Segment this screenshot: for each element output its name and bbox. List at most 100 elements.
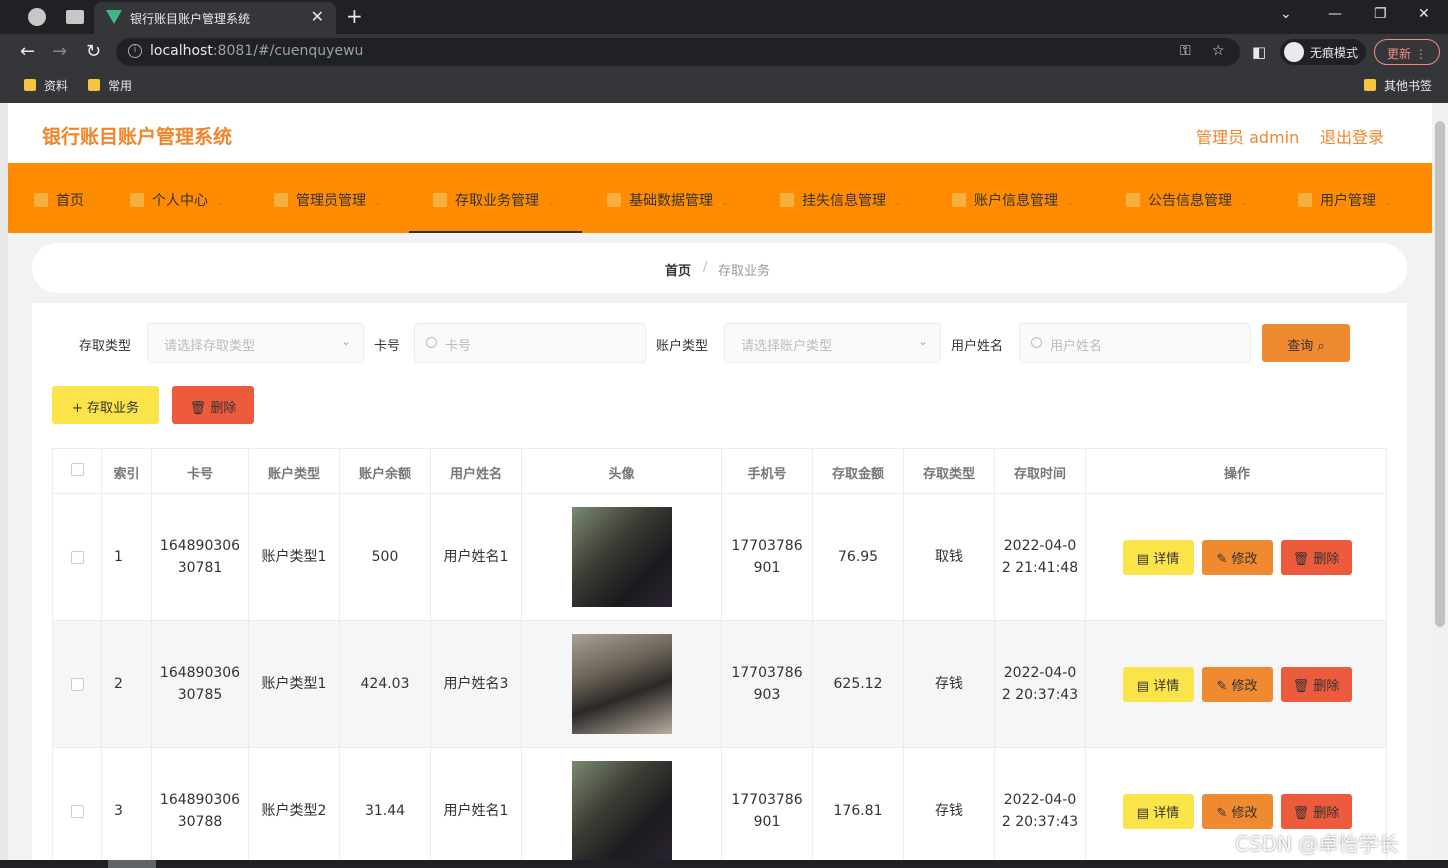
bookmark-folder[interactable]: 常用: [88, 77, 132, 94]
globe-icon[interactable]: [28, 8, 46, 26]
query-button[interactable]: 查询 ⌕: [1262, 324, 1350, 362]
row-select: [53, 748, 102, 860]
name-input[interactable]: 用户姓名: [1019, 323, 1251, 363]
logout-link[interactable]: 退出登录: [1320, 124, 1384, 148]
restore-icon[interactable]: ❐: [1374, 6, 1387, 22]
amount-cell: 176.81: [813, 748, 904, 860]
search-icon: [426, 337, 437, 348]
card-input[interactable]: 卡号: [414, 323, 646, 363]
key-icon[interactable]: ⚿: [1180, 43, 1191, 59]
main-menu: 首页 个人中心 ⌄ 管理员管理 ⌄ 存取业务管理 ⌄ 基础数据管理 ⌄ 挂失信息管理 ⌄ …: [8, 163, 1432, 233]
other-bookmarks[interactable]: 其他书签: [1364, 77, 1432, 94]
filter-type-label: 存取类型: [79, 339, 132, 354]
menu-item-profile[interactable]: 个人中心 ⌄: [130, 163, 224, 233]
taskbar-item[interactable]: [108, 860, 156, 868]
filter-card-label: 卡号: [374, 339, 401, 354]
row-checkbox[interactable]: [70, 677, 84, 691]
new-tab-icon[interactable]: +: [346, 4, 363, 28]
detail-button[interactable]: ▤ 详情: [1122, 666, 1194, 702]
menu-item-users[interactable]: 用户管理 ⌄: [1298, 163, 1392, 233]
row-select: [53, 494, 102, 620]
edit-button[interactable]: ✎ 修改: [1201, 539, 1273, 575]
star-icon[interactable]: ☆: [1212, 43, 1225, 59]
forward-icon[interactable]: →: [52, 41, 67, 62]
window-close-icon[interactable]: ✕: [1418, 6, 1430, 22]
phone-cell: 17703786 903: [722, 621, 813, 747]
col-header[interactable]: 账户类型: [249, 449, 340, 493]
edit-button[interactable]: ✎ 修改: [1201, 666, 1273, 702]
breadcrumb-separator: /: [703, 260, 708, 275]
select-all-checkbox[interactable]: [70, 463, 84, 476]
folder-icon: [24, 79, 36, 91]
user-label[interactable]: 管理员 admin: [1196, 124, 1299, 148]
menu-item-loss-report[interactable]: 挂失信息管理 ⌄: [780, 163, 902, 233]
breadcrumb-home[interactable]: 首页: [665, 260, 691, 279]
index-cell: 3: [102, 748, 152, 860]
add-deposit-button[interactable]: + 存取业务: [52, 386, 159, 424]
browser-tab[interactable]: 银行账目账户管理系统 ✕: [94, 2, 336, 34]
breadcrumb-current: 存取业务: [718, 264, 771, 279]
chevron-down-icon: ⌄: [340, 334, 351, 348]
menu-item-account[interactable]: 账户信息管理 ⌄: [952, 163, 1074, 233]
col-header[interactable]: 存取金额: [813, 449, 904, 493]
bookmark-folder[interactable]: 资料: [24, 77, 68, 94]
chevron-down-icon: ⌄: [216, 197, 225, 208]
menu-item-admin[interactable]: 管理员管理 ⌄: [274, 163, 382, 233]
phone-cell: 17703786 901: [722, 748, 813, 860]
acct-type-select[interactable]: 请选择账户类型 ⌄: [724, 323, 941, 363]
detail-button[interactable]: ▤ 详情: [1122, 793, 1194, 829]
info-icon[interactable]: i: [128, 44, 142, 58]
delete-button[interactable]: 🗑 删除: [1280, 666, 1352, 702]
tab-icon[interactable]: [66, 10, 84, 24]
back-icon[interactable]: ←: [20, 41, 35, 62]
col-header[interactable]: 用户姓名: [431, 449, 522, 493]
breadcrumb: 首页 / 存取业务: [32, 243, 1407, 293]
avatar[interactable]: [571, 761, 672, 860]
sidebar-icon[interactable]: ◧: [1252, 43, 1266, 61]
col-header[interactable]: 手机号: [722, 449, 813, 493]
menu-item-deposit[interactable]: 存取业务管理 ⌄: [409, 163, 582, 233]
avatar[interactable]: [571, 507, 672, 607]
batch-delete-button[interactable]: 🗑 删除: [172, 386, 254, 424]
edit-button[interactable]: ✎ 修改: [1201, 793, 1273, 829]
col-header[interactable]: 存取类型: [904, 449, 995, 493]
menu-item-notice[interactable]: 公告信息管理 ⌄: [1126, 163, 1248, 233]
col-header[interactable]: 索引: [102, 449, 152, 493]
page-scrollbar[interactable]: [1432, 103, 1448, 860]
menu-item-home[interactable]: 首页: [34, 163, 84, 233]
index-cell: 1: [102, 494, 152, 620]
col-header[interactable]: 头像: [522, 449, 722, 493]
chevron-down-icon[interactable]: ⌄: [1280, 6, 1292, 22]
delete-button[interactable]: 🗑 删除: [1280, 539, 1352, 575]
incognito-icon: [1284, 42, 1304, 62]
address-bar[interactable]: i localhost:8081/#/cuenquyewu ⚿ ☆: [116, 38, 1240, 66]
incognito-badge[interactable]: 无痕模式: [1280, 39, 1366, 65]
acct-type-cell: 账户类型1: [249, 621, 340, 747]
col-header[interactable]: 账户余额: [340, 449, 431, 493]
scrollbar-thumb[interactable]: [1435, 121, 1445, 627]
col-header: 操作: [1086, 449, 1386, 493]
col-header[interactable]: 存取时间: [995, 449, 1086, 493]
avatar-cell: [522, 494, 722, 620]
detail-button[interactable]: ▤ 详情: [1122, 539, 1194, 575]
chevron-down-icon: ⌄: [1384, 197, 1393, 208]
col-header[interactable]: 卡号: [152, 449, 249, 493]
incognito-label: 无痕模式: [1310, 46, 1359, 60]
url-text[interactable]: localhost:8081/#/cuenquyewu: [150, 43, 363, 59]
menu-item-base-data[interactable]: 基础数据管理 ⌄: [607, 163, 729, 233]
row-checkbox[interactable]: [70, 804, 84, 818]
phone-cell: 17703786 901: [722, 494, 813, 620]
card-cell: 164890306 30781: [152, 494, 249, 620]
row-checkbox[interactable]: [70, 550, 84, 564]
delete-button[interactable]: 🗑 删除: [1280, 793, 1352, 829]
reload-icon[interactable]: ↻: [86, 41, 101, 62]
type-select[interactable]: 请选择存取类型 ⌄: [147, 323, 364, 363]
close-icon[interactable]: ✕: [311, 7, 324, 26]
balance-cell: 424.03: [340, 621, 431, 747]
update-button[interactable]: 更新 ⋮: [1374, 39, 1440, 65]
table-row: 1 164890306 30781 账户类型1 500 用户姓名1 1770378…: [53, 493, 1386, 620]
user-icon: [130, 193, 144, 207]
tab-bar: 银行账目账户管理系统 ✕ + ⌄ — ❐ ✕: [0, 0, 1448, 34]
avatar[interactable]: [571, 634, 672, 734]
minimize-icon[interactable]: —: [1328, 6, 1342, 22]
